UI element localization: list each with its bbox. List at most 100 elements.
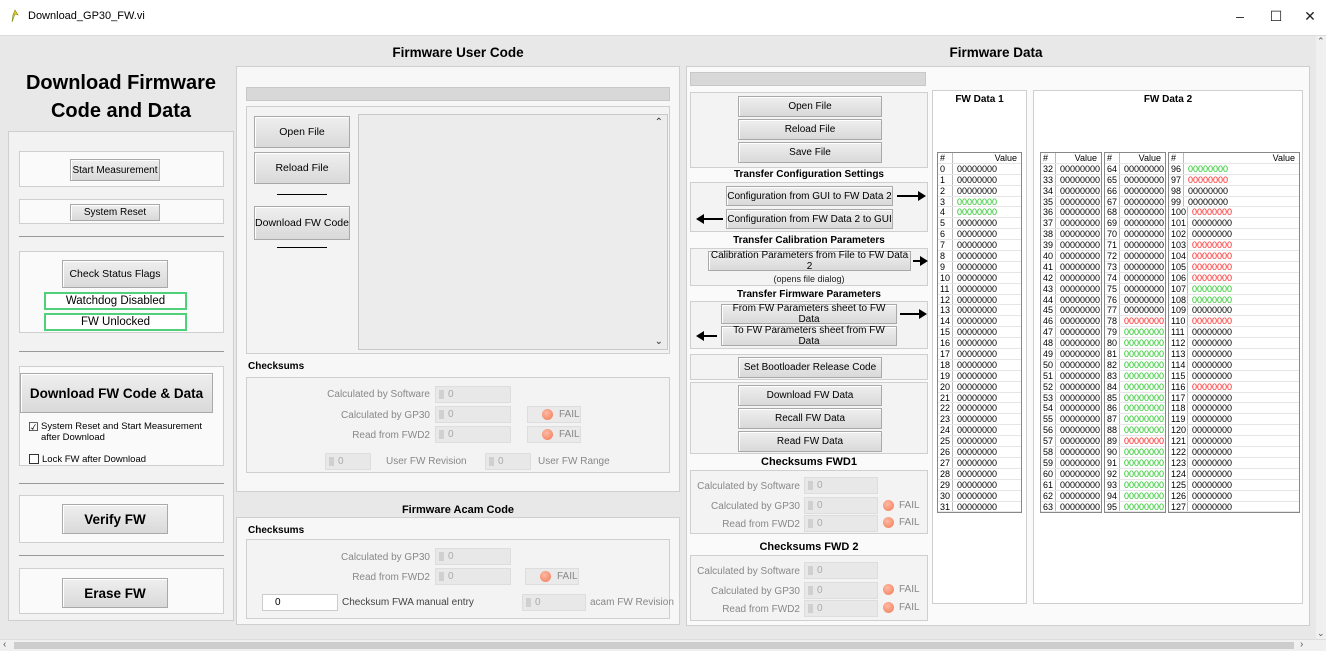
row-value[interactable]: 00000000 <box>1120 491 1165 501</box>
table-row[interactable]: 68 00000000 <box>1105 207 1165 219</box>
table-row[interactable]: 78 00000000 <box>1105 316 1165 328</box>
fw-open-file-button[interactable]: Open File <box>738 96 882 117</box>
table-row[interactable]: 88 00000000 <box>1105 425 1165 437</box>
table-row[interactable]: 85 00000000 <box>1105 392 1165 404</box>
check-status-flags-button[interactable]: Check Status Flags <box>62 260 168 288</box>
table-row[interactable]: 24 00000000 <box>938 425 1021 437</box>
checksum-fwa-manual-input[interactable]: 0 <box>262 594 338 611</box>
table-row[interactable]: 54 00000000 <box>1041 403 1101 415</box>
row-value[interactable]: 00000000 <box>953 207 1021 217</box>
table-row[interactable]: 109 00000000 <box>1169 305 1299 317</box>
row-value[interactable]: 00000000 <box>1056 186 1101 196</box>
table-row[interactable]: 74 00000000 <box>1105 272 1165 284</box>
set-bootloader-button[interactable]: Set Bootloader Release Code <box>738 357 882 378</box>
table-row[interactable]: 45 00000000 <box>1041 305 1101 317</box>
row-value[interactable]: 00000000 <box>1188 393 1299 403</box>
table-row[interactable]: 92 00000000 <box>1105 468 1165 480</box>
row-value[interactable]: 00000000 <box>1056 403 1101 413</box>
table-row[interactable]: 87 00000000 <box>1105 414 1165 426</box>
table-row[interactable]: 51 00000000 <box>1041 370 1101 382</box>
row-value[interactable]: 00000000 <box>1120 393 1165 403</box>
row-value[interactable]: 00000000 <box>1120 229 1165 239</box>
table-row[interactable]: 72 00000000 <box>1105 251 1165 262</box>
row-value[interactable]: 00000000 <box>953 491 1021 501</box>
row-value[interactable]: 00000000 <box>1056 207 1101 217</box>
table-row[interactable]: 53 00000000 <box>1041 392 1101 404</box>
table-row[interactable]: 102 00000000 <box>1169 229 1299 241</box>
table-row[interactable]: 108 00000000 <box>1169 294 1299 306</box>
table-row[interactable]: 94 00000000 <box>1105 490 1165 502</box>
table-row[interactable]: 123 00000000 <box>1169 457 1299 469</box>
row-value[interactable]: 00000000 <box>1056 327 1101 337</box>
row-value[interactable]: 00000000 <box>953 175 1021 185</box>
row-value[interactable]: 00000000 <box>1056 273 1101 283</box>
table-row[interactable]: 49 00000000 <box>1041 349 1101 360</box>
maximize-button[interactable]: ☐ <box>1266 8 1286 25</box>
table-row[interactable]: 12 00000000 <box>938 294 1021 306</box>
row-value[interactable]: 00000000 <box>1188 469 1299 479</box>
user-fw-range-value[interactable]: 0 <box>485 453 531 470</box>
row-value[interactable]: 00000000 <box>1056 382 1101 392</box>
row-value[interactable]: 00000000 <box>1188 480 1299 490</box>
row-value[interactable]: 00000000 <box>953 480 1021 490</box>
row-value[interactable]: 00000000 <box>1188 273 1299 283</box>
table-row[interactable]: 99 00000000 <box>1169 196 1299 208</box>
table-row[interactable]: 61 00000000 <box>1041 479 1101 491</box>
row-value[interactable]: 00000000 <box>1056 480 1101 490</box>
table-row[interactable]: 20 00000000 <box>938 381 1021 393</box>
row-value[interactable]: 00000000 <box>953 403 1021 413</box>
row-value[interactable]: 00000000 <box>1056 360 1101 370</box>
row-value[interactable]: 00000000 <box>1056 251 1101 261</box>
row-value[interactable]: 00000000 <box>953 502 1021 512</box>
row-value[interactable]: 00000000 <box>1188 414 1299 424</box>
table-row[interactable]: 101 00000000 <box>1169 218 1299 230</box>
row-value[interactable]: 00000000 <box>953 273 1021 283</box>
row-value[interactable]: 00000000 <box>1120 371 1165 381</box>
table-row[interactable]: 35 00000000 <box>1041 196 1101 208</box>
row-value[interactable]: 00000000 <box>1056 425 1101 435</box>
row-value[interactable]: 00000000 <box>1056 284 1101 294</box>
table-row[interactable]: 103 00000000 <box>1169 240 1299 252</box>
table-row[interactable]: 17 00000000 <box>938 349 1021 360</box>
table-row[interactable]: 34 00000000 <box>1041 185 1101 197</box>
row-value[interactable]: 00000000 <box>1188 491 1299 501</box>
config-gui-to-fw2-button[interactable]: Configuration from GUI to FW Data 2 <box>726 186 893 206</box>
row-value[interactable]: 00000000 <box>1056 240 1101 250</box>
table-row[interactable]: 118 00000000 <box>1169 403 1299 415</box>
table-row[interactable]: 57 00000000 <box>1041 436 1101 448</box>
table-row[interactable]: 58 00000000 <box>1041 447 1101 458</box>
table-row[interactable]: 93 00000000 <box>1105 479 1165 491</box>
table-row[interactable]: 19 00000000 <box>938 370 1021 382</box>
row-value[interactable]: 00000000 <box>953 382 1021 392</box>
row-value[interactable]: 00000000 <box>1188 295 1299 305</box>
row-value[interactable]: 00000000 <box>1188 305 1299 315</box>
table-row[interactable]: 121 00000000 <box>1169 436 1299 448</box>
lock-fw-checkbox[interactable] <box>29 454 39 464</box>
row-value[interactable]: 00000000 <box>953 164 1021 174</box>
row-value[interactable]: 00000000 <box>953 393 1021 403</box>
table-row[interactable]: 38 00000000 <box>1041 229 1101 241</box>
row-value[interactable]: 00000000 <box>1120 207 1165 217</box>
row-value[interactable]: 00000000 <box>1188 403 1299 413</box>
row-value[interactable]: 00000000 <box>953 295 1021 305</box>
row-value[interactable]: 00000000 <box>1120 414 1165 424</box>
row-value[interactable]: 00000000 <box>1120 382 1165 392</box>
scroll-left-icon[interactable]: ‹ <box>3 639 6 650</box>
row-value[interactable]: 00000000 <box>1120 186 1165 196</box>
table-row[interactable]: 55 00000000 <box>1041 414 1101 426</box>
table-row[interactable]: 6 00000000 <box>938 229 1021 241</box>
row-value[interactable]: 00000000 <box>1056 175 1101 185</box>
table-row[interactable]: 3 00000000 <box>938 196 1021 208</box>
user-fw-revision-value[interactable]: 0 <box>325 453 371 470</box>
row-value[interactable]: 00000000 <box>1120 218 1165 228</box>
row-value[interactable]: 00000000 <box>1056 218 1101 228</box>
table-row[interactable]: 116 00000000 <box>1169 381 1299 393</box>
table-row[interactable]: 62 00000000 <box>1041 490 1101 502</box>
row-value[interactable]: 00000000 <box>1120 284 1165 294</box>
row-value[interactable]: 00000000 <box>1120 295 1165 305</box>
row-value[interactable]: 00000000 <box>1188 502 1299 512</box>
row-value[interactable]: 00000000 <box>953 218 1021 228</box>
table-row[interactable]: 97 00000000 <box>1169 174 1299 186</box>
table-row[interactable]: 126 00000000 <box>1169 490 1299 502</box>
table-row[interactable]: 125 00000000 <box>1169 479 1299 491</box>
